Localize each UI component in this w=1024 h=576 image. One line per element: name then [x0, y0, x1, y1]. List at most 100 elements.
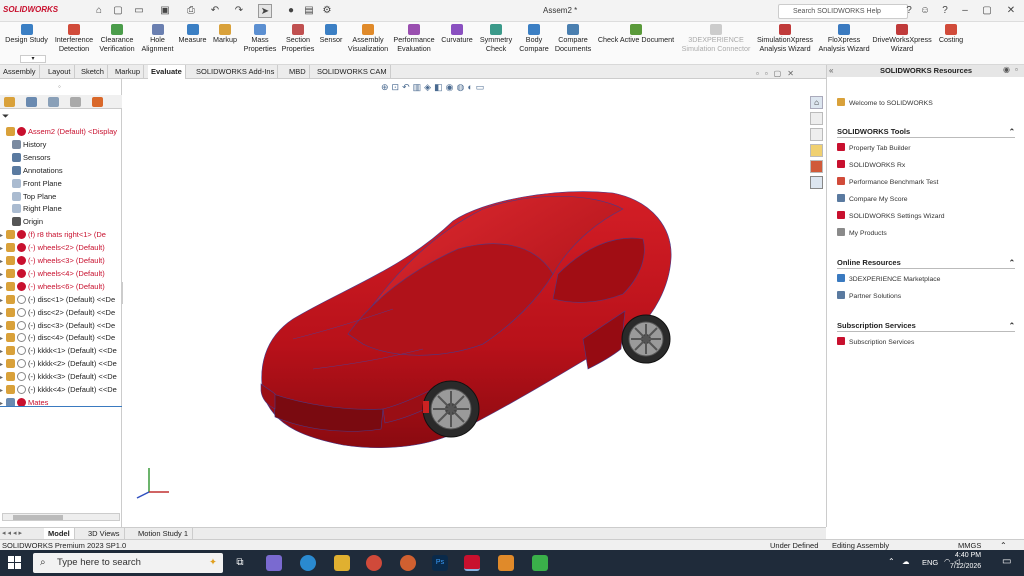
tree-item[interactable]: Sensors [6, 152, 128, 164]
resource-link[interactable]: 3DEXPERIENCE Marketplace [837, 274, 940, 285]
redo-icon[interactable]: ↷ [232, 4, 246, 18]
appearances-tab-icon[interactable] [810, 160, 823, 173]
open-folder-icon[interactable]: ▭ [132, 4, 146, 18]
resource-link[interactable]: Property Tab Builder [837, 143, 910, 154]
zoom-to-fit-icon[interactable]: ⊕ [381, 82, 392, 92]
hide-show-items-icon[interactable]: ◉ [446, 82, 457, 92]
ribbon-button-2[interactable]: Interference Detection [52, 24, 96, 53]
pin-icon[interactable]: ◉ [1003, 65, 1010, 74]
print-icon[interactable]: ⎙ [184, 4, 198, 18]
resource-link[interactable]: Partner Solutions [837, 291, 901, 302]
rollback-bar[interactable] [0, 406, 122, 407]
edit-appearance-icon[interactable]: ◍ [456, 82, 467, 92]
graphics-viewport[interactable]: ⊕⊡↶▥◈◧◉◍◐▭ ▫▫▢✕ ⌂ [123, 69, 826, 527]
tree-item[interactable]: ▸ (-) disc<4> (Default) <<De [0, 332, 122, 345]
tab-markup[interactable]: Markup [112, 65, 145, 79]
ribbon-button-13[interactable]: Symmetry Check [478, 24, 514, 53]
close-icon[interactable]: ✕ [1004, 4, 1018, 18]
home-tab-icon[interactable]: ⌂ [810, 96, 823, 109]
user-icon[interactable]: ☺ [918, 4, 932, 18]
collapse-chevron-icon[interactable]: ⌃ [1009, 258, 1015, 268]
ribbon-button-18[interactable]: SimulationXpress Analysis Wizard [755, 24, 815, 53]
horizontal-scrollbar[interactable] [2, 513, 120, 521]
tree-item[interactable]: ▸ Mates [0, 397, 122, 410]
ribbon-button-9[interactable]: Sensor [318, 24, 344, 45]
photoshop-icon[interactable]: Ps [432, 555, 448, 571]
resource-link[interactable]: Compare My Score [837, 194, 908, 205]
panel-options-icon[interactable]: ▫ [1015, 65, 1018, 74]
welcome-link[interactable]: Welcome to SOLIDWORKS [837, 98, 933, 109]
ribbon-button-6[interactable]: Markup [210, 24, 240, 45]
ribbon-button-5[interactable]: Measure [177, 24, 208, 45]
tools-section-header[interactable]: SOLIDWORKS Tools ⌃ [837, 127, 1015, 138]
clock-time[interactable]: 4:40 PM [955, 552, 981, 559]
tab-evaluate[interactable]: Evaluate [148, 65, 186, 79]
tree-item[interactable]: ▸ (-) disc<2> (Default) <<De [0, 307, 122, 320]
custom-properties-tab-icon[interactable] [810, 176, 823, 189]
tree-item[interactable]: ▸ (f) r8 thats right<1> (De [0, 229, 122, 242]
display-manager-tab-icon[interactable] [92, 97, 103, 107]
file-explorer-icon[interactable] [334, 555, 350, 571]
home-icon[interactable]: ⌂ [92, 4, 106, 18]
resource-link[interactable]: Subscription Services [837, 337, 914, 348]
tree-item[interactable]: ▸ (-) wheels<4> (Default) [0, 268, 122, 281]
tree-item[interactable]: ▸ (-) wheels<2> (Default) [0, 242, 122, 255]
tree-item[interactable]: ▸ (-) wheels<6> (Default) [0, 281, 122, 294]
notification-icon[interactable]: ▭ [1002, 556, 1011, 567]
view-palette-tab-icon[interactable] [810, 144, 823, 157]
tree-item[interactable]: History [6, 139, 128, 151]
design-library-tab-icon[interactable] [810, 112, 823, 125]
tree-item[interactable]: Origin [6, 216, 128, 228]
apply-scene-icon[interactable]: ◐ [467, 82, 475, 92]
tree-item[interactable]: ▸ (-) disc<3> (Default) <<De [0, 320, 122, 333]
previous-view-icon[interactable]: ↶ [402, 82, 413, 92]
filter-icon[interactable]: ⏷ [2, 111, 9, 122]
maximize-icon[interactable]: ▢ [980, 4, 994, 18]
select-cursor-icon[interactable]: ➤ [258, 4, 272, 18]
ribbon-button-15[interactable]: Compare Documents [553, 24, 593, 53]
ribbon-button-14[interactable]: Body Compare [518, 24, 550, 53]
panel-collapse-handle[interactable]: ◦ [58, 82, 61, 91]
undo-icon[interactable]: ↶ [208, 4, 222, 18]
windows-start-icon[interactable] [8, 556, 22, 570]
tree-item[interactable]: Front Plane [6, 178, 128, 190]
network-icon[interactable]: ☁ [902, 557, 910, 566]
viewport-window-controls[interactable]: ▫▫▢✕ [756, 69, 800, 78]
collapse-chevron-icon[interactable]: ⌃ [1009, 321, 1015, 331]
tree-item[interactable]: ▸ (-) kkkk<4> (Default) <<De [0, 384, 122, 397]
new-document-icon[interactable]: ▢ [111, 4, 125, 18]
ribbon-button-11[interactable]: Performance Evaluation [392, 24, 436, 53]
tree-item[interactable]: ▸ (-) kkkk<1> (Default) <<De [0, 345, 122, 358]
subscription-services-header[interactable]: Subscription Services ⌃ [837, 321, 1015, 332]
heads-up-view-toolbar[interactable]: ⊕⊡↶▥◈◧◉◍◐▭ [381, 82, 487, 94]
resource-link[interactable]: Performance Benchmark Test [837, 177, 938, 188]
dimxpert-tab-icon[interactable] [70, 97, 81, 107]
ribbon-button-1[interactable]: Design Study [3, 24, 50, 45]
chrome-icon[interactable] [366, 555, 382, 571]
tab-layout[interactable]: Layout [45, 65, 75, 79]
collapse-chevron-icon[interactable]: ⌃ [1009, 127, 1015, 137]
tree-item[interactable]: ▸ (-) disc<1> (Default) <<De [0, 294, 122, 307]
resource-link[interactable]: SOLIDWORKS Rx [837, 160, 905, 171]
tab-sketch[interactable]: Sketch [78, 65, 108, 79]
ribbon-button-12[interactable]: Curvature [440, 24, 474, 45]
tray-overflow-icon[interactable]: ⌃ [888, 557, 895, 566]
input-language[interactable]: ENG [922, 558, 938, 567]
copilot-icon[interactable] [266, 555, 282, 571]
tree-item[interactable]: Annotations [6, 165, 128, 177]
view-orientation-icon[interactable]: ◈ [424, 82, 434, 92]
view-settings-icon[interactable]: ▭ [476, 82, 488, 92]
ribbon-button-16[interactable]: Check Active Document [596, 24, 676, 45]
tab-assembly[interactable]: Assembly [0, 65, 40, 79]
tree-item[interactable]: ▸ (-) kkkk<2> (Default) <<De [0, 358, 122, 371]
powerpoint-icon[interactable] [400, 555, 416, 571]
save-icon[interactable]: ▣ [158, 4, 172, 18]
zoom-area-icon[interactable]: ⊡ [392, 82, 403, 92]
ribbon-button-3[interactable]: Clearance Verification [97, 24, 137, 53]
camtasia-icon[interactable] [532, 555, 548, 571]
clock-date[interactable]: 7/12/2026 [950, 563, 981, 570]
tree-item[interactable]: ▸ (-) kkkk<3> (Default) <<De [0, 371, 122, 384]
tree-item[interactable]: Right Plane [6, 203, 128, 215]
property-manager-tab-icon[interactable] [26, 97, 37, 107]
design-study-dropdown-icon[interactable]: ▾ [20, 55, 46, 63]
